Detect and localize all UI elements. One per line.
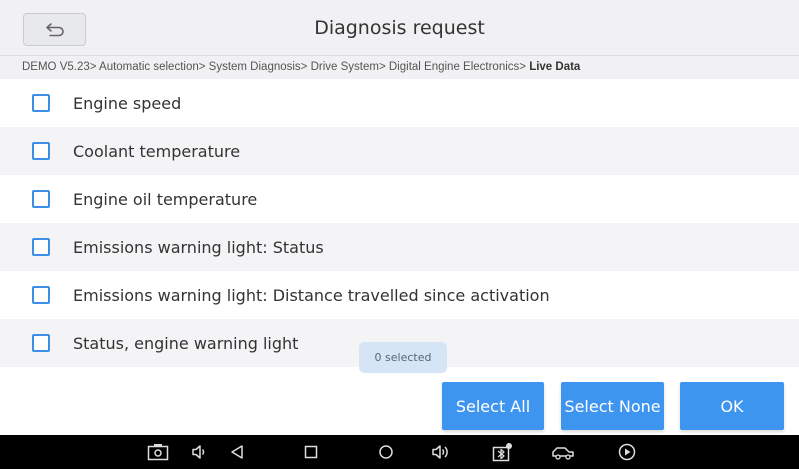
item-checkbox[interactable] [32,142,50,160]
title-bar: Diagnosis request [0,0,799,56]
item-label: Emissions warning light: Distance travel… [73,285,550,305]
breadcrumb: DEMO V5.23> Automatic selection> System … [0,56,799,79]
back-triangle-icon[interactable] [226,441,248,463]
item-label: Emissions warning light: Status [73,237,324,257]
back-arrow-icon [45,22,64,36]
play-icon[interactable] [616,441,638,463]
item-label: Engine speed [73,93,182,113]
list-item[interactable]: Engine speed [0,79,799,127]
list-item[interactable]: Emissions warning light: Distance travel… [0,271,799,319]
item-checkbox[interactable] [32,190,50,208]
volume-down-icon[interactable] [188,441,210,463]
home-circle-icon[interactable] [375,441,397,463]
item-checkbox[interactable] [32,286,50,304]
list-item[interactable]: Emissions warning light: Status [0,223,799,271]
back-button[interactable] [23,13,86,46]
ok-button[interactable]: OK [680,382,784,430]
item-checkbox[interactable] [32,238,50,256]
item-label: Engine oil temperature [73,189,258,209]
recent-apps-square-icon[interactable] [300,441,322,463]
page-title: Diagnosis request [314,17,485,39]
system-nav-bar [0,435,799,469]
list-item[interactable]: Engine oil temperature [0,175,799,223]
item-label: Coolant temperature [73,141,241,161]
screenshot-icon[interactable] [146,441,170,463]
selection-count-toast: 0 selected [359,342,447,373]
select-all-button[interactable]: Select All [442,382,544,430]
item-checkbox[interactable] [32,334,50,352]
app-window: Diagnosis request DEMO V5.23> Automatic … [0,0,799,469]
vehicle-icon[interactable] [550,441,576,463]
data-item-list: Engine speed Coolant temperature Engine … [0,79,799,367]
bluetooth-icon[interactable] [491,441,515,463]
breadcrumb-current: Live Data [529,61,581,73]
list-item[interactable]: Coolant temperature [0,127,799,175]
item-checkbox[interactable] [32,94,50,112]
select-none-button[interactable]: Select None [561,382,664,430]
item-label: Status, engine warning light [73,333,299,353]
volume-up-icon[interactable] [429,441,453,463]
breadcrumb-path: DEMO V5.23> Automatic selection> System … [22,61,530,73]
